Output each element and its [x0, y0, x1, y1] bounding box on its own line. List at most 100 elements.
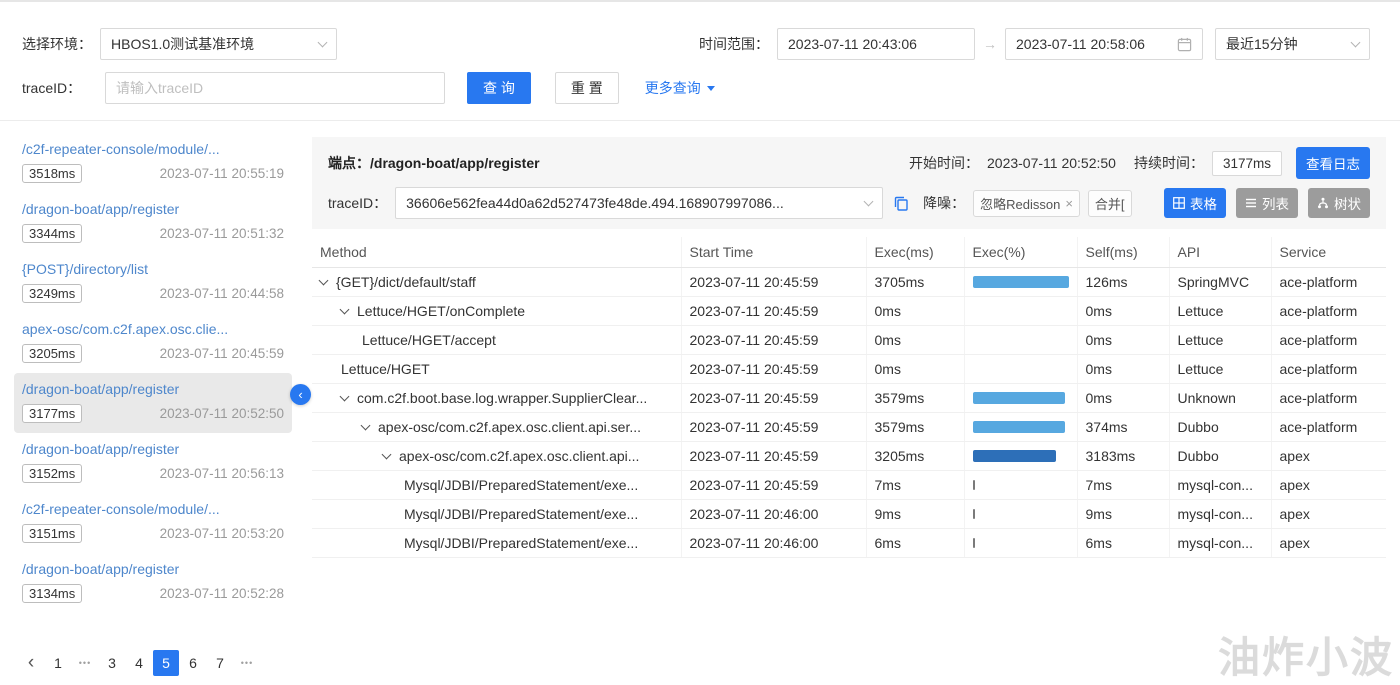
trace-list-item-selected[interactable]: /dragon-boat/app/register 3177ms 2023-07…	[14, 373, 292, 433]
endpoint: 端点： /dragon-boat/app/register	[328, 153, 540, 173]
trace-path[interactable]: /dragon-boat/app/register	[22, 441, 284, 457]
api-cell: SpringMVC	[1169, 267, 1272, 297]
trace-list-item[interactable]: apex-osc/com.c2f.apex.osc.clie... 3205ms…	[14, 313, 292, 373]
time-start-input[interactable]: 2023-07-11 20:43:06	[777, 28, 975, 60]
exec-ms-cell: 7ms	[866, 470, 965, 500]
view-list-label: 列表	[1262, 197, 1289, 212]
span-row[interactable]: Mysql/JDBI/PreparedStatement/exe... 2023…	[312, 499, 1386, 529]
list-icon	[1245, 197, 1257, 209]
trace-list-item[interactable]: /dragon-boat/app/register 3134ms 2023-07…	[14, 553, 292, 613]
trace-list-item[interactable]: /dragon-boat/app/register 3152ms 2023-07…	[14, 433, 292, 493]
trace-list-item[interactable]: {POST}/directory/list 3249ms 2023-07-11 …	[14, 253, 292, 313]
exec-ms-cell: 3579ms	[866, 383, 965, 413]
col-exec-pct: Exec(%)	[964, 237, 1078, 268]
duration-label: 持续时间：	[1133, 155, 1204, 171]
trace-meta: 3249ms 2023-07-11 20:44:58	[22, 284, 284, 303]
api-cell: Dubbo	[1169, 412, 1272, 442]
trace-path[interactable]: /dragon-boat/app/register	[22, 201, 284, 217]
duration-badge: 3249ms	[22, 284, 83, 303]
span-row[interactable]: Lettuce/HGET 2023-07-11 20:45:59 0ms 0ms…	[312, 354, 1386, 384]
detail-traceid-label: traceID：	[328, 195, 388, 211]
start-time-label: 开始时间：	[909, 155, 979, 171]
api-cell: Lettuce	[1169, 354, 1272, 384]
start-time-cell: 2023-07-11 20:45:59	[681, 354, 867, 384]
exec-pct-bar	[972, 480, 975, 490]
close-icon[interactable]: ×	[1065, 196, 1073, 211]
span-row[interactable]: Mysql/JDBI/PreparedStatement/exe... 2023…	[312, 528, 1386, 558]
pagination-page-4[interactable]: 4	[126, 650, 152, 676]
trace-list-item[interactable]: /c2f-repeater-console/module/... 3518ms …	[14, 133, 292, 193]
start-time-cell: 2023-07-11 20:46:00	[681, 528, 867, 558]
method-name: Lettuce/HGET	[341, 361, 430, 377]
reset-button[interactable]: 重 置	[554, 72, 619, 104]
more-query-link[interactable]: 更多查询	[645, 78, 715, 98]
pagination-page-5-current[interactable]: 5	[153, 650, 179, 676]
span-row[interactable]: apex-osc/com.c2f.apex.osc.client.api.ser…	[312, 412, 1386, 442]
api-cell: Lettuce	[1169, 325, 1272, 355]
trace-path[interactable]: apex-osc/com.c2f.apex.osc.clie...	[22, 321, 284, 337]
chevron-down-icon	[863, 196, 874, 207]
view-list-button[interactable]: 列表	[1236, 188, 1298, 218]
span-row[interactable]: {GET}/dict/default/staff 2023-07-11 20:4…	[312, 267, 1386, 297]
view-logs-button[interactable]: 查看日志	[1296, 147, 1370, 179]
pagination-page-1[interactable]: 1	[45, 650, 71, 676]
more-query-label: 更多查询	[644, 80, 701, 96]
trace-path[interactable]: /dragon-boat/app/register	[22, 561, 284, 577]
trace-timestamp: 2023-07-11 20:52:50	[159, 406, 284, 421]
view-tree-button[interactable]: 树状	[1308, 188, 1370, 218]
exec-ms-cell: 9ms	[866, 499, 965, 529]
span-row[interactable]: Lettuce/HGET/onComplete 2023-07-11 20:45…	[312, 296, 1386, 326]
trace-list-item[interactable]: /dragon-boat/app/register 3344ms 2023-07…	[14, 193, 292, 253]
view-table-button[interactable]: 表格	[1164, 188, 1226, 218]
noise-tag-label: 忽略Redisson	[980, 196, 1061, 212]
col-self-ms: Self(ms)	[1077, 237, 1170, 268]
sidebar-collapse-button[interactable]: ‹	[290, 384, 311, 405]
copy-icon[interactable]	[893, 195, 909, 211]
span-row[interactable]: com.c2f.boot.base.log.wrapper.SupplierCl…	[312, 383, 1386, 413]
expand-caret-icon[interactable]	[360, 420, 371, 431]
expand-caret-icon[interactable]	[381, 449, 392, 460]
time-preset-value: 最近15分钟	[1226, 36, 1298, 52]
span-row[interactable]: Mysql/JDBI/PreparedStatement/exe... 2023…	[312, 470, 1386, 500]
span-row[interactable]: Lettuce/HGET/accept 2023-07-11 20:45:59 …	[312, 325, 1386, 355]
trace-path[interactable]: /c2f-repeater-console/module/...	[22, 501, 284, 517]
view-mode-switch: 表格 列表 树状	[1164, 188, 1370, 218]
expand-caret-icon[interactable]	[318, 275, 329, 286]
content-area: /c2f-repeater-console/module/... 3518ms …	[0, 121, 1400, 681]
pagination-page-7[interactable]: 7	[207, 650, 233, 676]
pagination-page-3[interactable]: 3	[99, 650, 125, 676]
caret-down-icon	[706, 85, 715, 91]
trace-path[interactable]: /dragon-boat/app/register	[22, 381, 284, 397]
pagination-prev-icon[interactable]: ‹	[18, 650, 44, 676]
exec-pct-cell	[964, 354, 1078, 384]
expand-caret-icon[interactable]	[339, 304, 350, 315]
pagination-ellipsis-right[interactable]: •••	[234, 650, 260, 676]
pagination-ellipsis-left[interactable]: •••	[72, 650, 98, 676]
duration-badge: 3518ms	[22, 164, 83, 183]
time-preset-select[interactable]: 最近15分钟	[1215, 28, 1370, 60]
exec-pct-cell	[964, 296, 1078, 326]
trace-list: /c2f-repeater-console/module/... 3518ms …	[14, 133, 292, 637]
trace-path[interactable]: /c2f-repeater-console/module/...	[22, 141, 284, 157]
trace-path[interactable]: {POST}/directory/list	[22, 261, 284, 277]
expand-caret-icon[interactable]	[339, 391, 350, 402]
span-row[interactable]: apex-osc/com.c2f.apex.osc.client.api... …	[312, 441, 1386, 471]
exec-pct-bar	[972, 421, 1066, 433]
noise-tag-merge[interactable]: 合并[	[1087, 189, 1132, 217]
pagination-page-6[interactable]: 6	[180, 650, 206, 676]
trace-list-item[interactable]: /c2f-repeater-console/module/... 3151ms …	[14, 493, 292, 553]
traceid-select[interactable]: 36606e562fea44d0a62d527473fe48de.494.168…	[395, 187, 884, 219]
chevron-down-icon	[1350, 37, 1361, 48]
trace-meta: 3134ms 2023-07-11 20:52:28	[22, 584, 284, 603]
query-button[interactable]: 查 询	[467, 72, 531, 104]
method-name: Mysql/JDBI/PreparedStatement/exe...	[404, 506, 639, 522]
self-ms-cell: 126ms	[1077, 267, 1170, 297]
trace-meta: 3205ms 2023-07-11 20:45:59	[22, 344, 284, 363]
traceid-input[interactable]	[116, 80, 434, 96]
self-ms-cell: 9ms	[1077, 499, 1170, 529]
method-name: Lettuce/HGET/onComplete	[357, 303, 526, 319]
noise-tag-ignore-redisson[interactable]: 忽略Redisson ×	[973, 189, 1080, 217]
env-select[interactable]: HBOS1.0测试基准环境	[100, 28, 337, 60]
traceid-input-wrap	[105, 72, 445, 104]
time-end-input[interactable]: 2023-07-11 20:58:06	[1005, 28, 1203, 60]
